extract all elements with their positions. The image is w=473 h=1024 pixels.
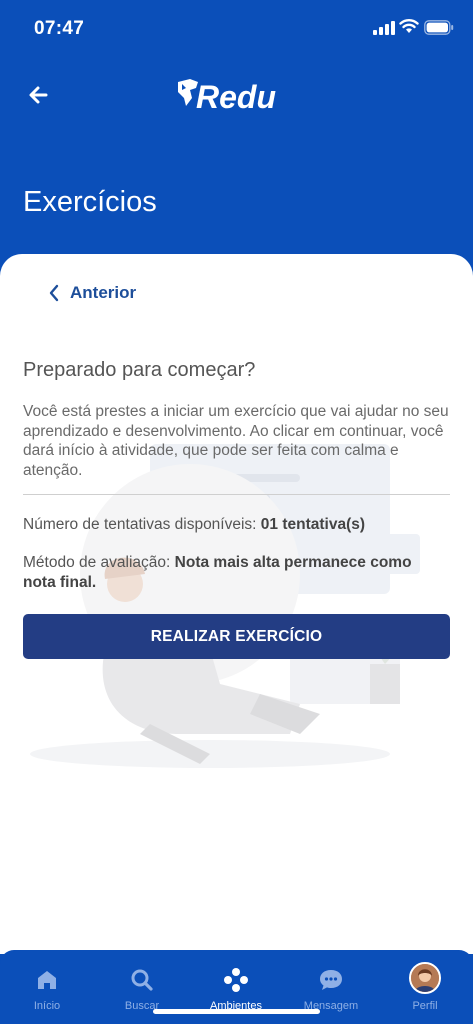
battery-icon [424, 20, 454, 35]
home-icon [38, 971, 56, 989]
cellular-signal-icon [373, 21, 395, 35]
wifi-icon [399, 19, 419, 33]
redu-logo: Redu [176, 76, 296, 116]
previous-link[interactable]: Anterior [48, 282, 136, 304]
description-text: Você está prestes a iniciar um exercício… [23, 403, 449, 479]
divider [23, 494, 450, 495]
attempts-label: Número de tentativas disponíveis: [23, 516, 261, 533]
nav-item-perfil[interactable]: Perfil [385, 950, 465, 1024]
chevron-left-icon [49, 284, 59, 302]
back-arrow-icon[interactable] [22, 78, 56, 112]
logo-wordmark: Redu [196, 79, 276, 115]
start-exercise-button[interactable]: REALIZAR EXERCÍCIO [23, 614, 450, 659]
attempts-value: 01 tentativa(s) [260, 516, 366, 533]
nav-label: Início [33, 1000, 61, 1012]
nav-label: Perfil [412, 1000, 438, 1012]
home-indicator[interactable] [153, 1009, 320, 1014]
attempts-info: Número de tentativas disponíveis: 01 ten… [23, 516, 365, 534]
environments-icon [224, 968, 248, 992]
nav-item-inicio[interactable]: Início [7, 950, 87, 1024]
chat-icon [320, 970, 342, 990]
search-icon [131, 969, 153, 991]
section-heading: Preparado para começar? [23, 359, 256, 381]
content-card: Anterior Preparado para começar? Você es… [0, 254, 473, 954]
evaluation-method-info: Método de avaliação: Nota mais alta perm… [23, 553, 443, 592]
previous-label: Anterior [70, 283, 137, 302]
method-label: Método de avaliação: [23, 554, 175, 571]
avatar [409, 962, 441, 994]
status-bar: 07:47 [0, 0, 473, 56]
page-title: Exercícios [23, 186, 157, 218]
status-time: 07:47 [34, 18, 85, 39]
